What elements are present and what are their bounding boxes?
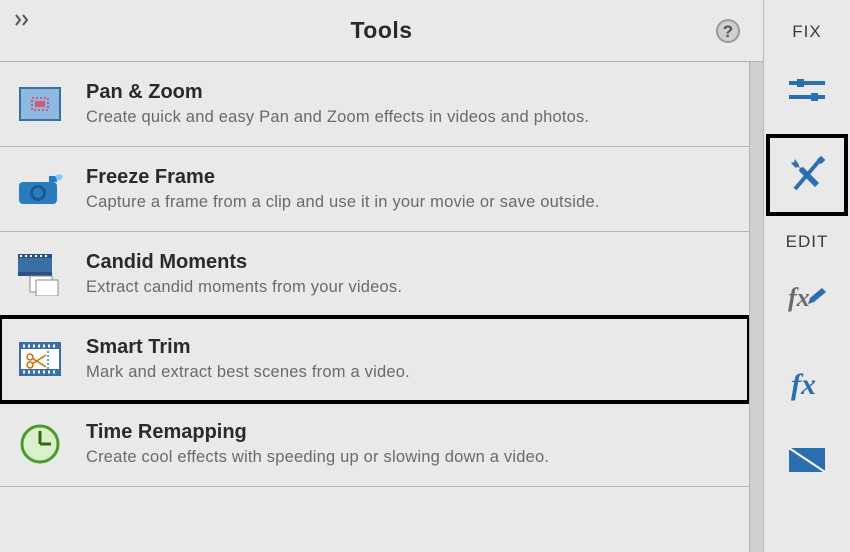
tool-text: Candid Moments Extract candid moments fr… [86, 251, 402, 297]
tool-title: Pan & Zoom [86, 81, 589, 104]
candid-moments-icon [16, 250, 64, 298]
freeze-frame-icon [16, 165, 64, 213]
help-icon[interactable]: ? [715, 18, 741, 44]
panel-title: Tools [0, 17, 763, 44]
adjust-sliders-icon[interactable] [774, 60, 840, 120]
fix-label: FIX [792, 22, 821, 42]
right-sidebar: FIX EDIT fx fx [764, 0, 850, 552]
tools-panel: Tools ? Pan [0, 0, 764, 552]
fx-icon[interactable]: fx [774, 354, 840, 414]
tools-list: Pan & Zoom Create quick and easy Pan and… [0, 62, 763, 552]
panel-header: Tools ? [0, 0, 763, 62]
tool-text: Pan & Zoom Create quick and easy Pan and… [86, 81, 589, 127]
tool-item-time-remapping[interactable]: Time Remapping Create cool effects with … [0, 402, 749, 487]
tool-item-smart-trim[interactable]: Smart Trim Mark and extract best scenes … [0, 317, 749, 402]
tool-desc: Extract candid moments from your videos. [86, 278, 402, 297]
tool-title: Candid Moments [86, 251, 402, 274]
tool-item-freeze-frame[interactable]: Freeze Frame Capture a frame from a clip… [0, 147, 749, 232]
tool-item-pan-zoom[interactable]: Pan & Zoom Create quick and easy Pan and… [0, 62, 749, 147]
time-remapping-icon [16, 420, 64, 468]
edit-label: EDIT [786, 232, 829, 252]
app-root: Tools ? Pan [0, 0, 850, 552]
tool-title: Time Remapping [86, 421, 549, 444]
svg-text:fx: fx [788, 283, 810, 312]
transition-icon[interactable] [774, 430, 840, 490]
scrollbar[interactable] [749, 62, 763, 552]
tool-text: Smart Trim Mark and extract best scenes … [86, 336, 410, 382]
tool-item-candid-moments[interactable]: Candid Moments Extract candid moments fr… [0, 232, 749, 317]
pan-zoom-icon [16, 80, 64, 128]
svg-text:fx: fx [791, 368, 816, 401]
collapse-icon[interactable] [12, 10, 36, 30]
fx-edit-icon[interactable]: fx [774, 270, 840, 330]
tool-title: Freeze Frame [86, 166, 600, 189]
tool-desc: Mark and extract best scenes from a vide… [86, 363, 410, 382]
tool-desc: Capture a frame from a clip and use it i… [86, 193, 600, 212]
tool-desc: Create cool effects with speeding up or … [86, 448, 549, 467]
tools-tab-icon[interactable] [768, 136, 846, 214]
tool-title: Smart Trim [86, 336, 410, 359]
tool-text: Time Remapping Create cool effects with … [86, 421, 549, 467]
smart-trim-icon [16, 335, 64, 383]
svg-text:?: ? [723, 22, 733, 41]
tool-desc: Create quick and easy Pan and Zoom effec… [86, 108, 589, 127]
tool-text: Freeze Frame Capture a frame from a clip… [86, 166, 600, 212]
